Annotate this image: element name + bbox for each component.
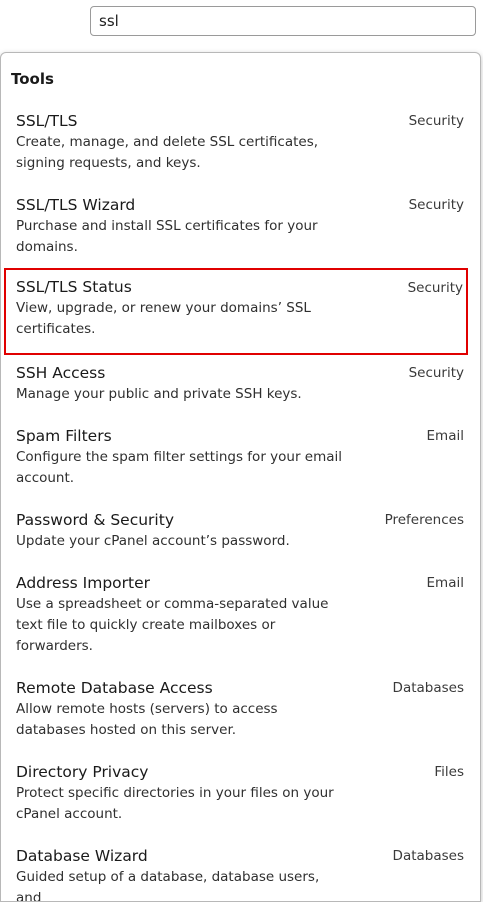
result-title: SSL/TLS bbox=[16, 112, 78, 130]
result-description: Purchase and install SSL certificates fo… bbox=[16, 218, 318, 255]
result-database-wizard[interactable]: Database Wizard Guided setup of a databa… bbox=[4, 842, 468, 902]
result-ssl-tls-wizard[interactable]: SSL/TLS Wizard Purchase and install SSL … bbox=[4, 191, 468, 258]
result-title: SSL/TLS Wizard bbox=[16, 196, 136, 214]
search-input[interactable] bbox=[90, 6, 476, 36]
result-description: Protect specific directories in your fil… bbox=[16, 785, 334, 822]
result-category: Databases bbox=[392, 680, 464, 696]
result-description: Use a spreadsheet or comma-separated val… bbox=[16, 596, 329, 654]
result-description: Allow remote hosts (servers) to access d… bbox=[16, 701, 278, 738]
result-address-importer[interactable]: Address Importer Use a spreadsheet or co… bbox=[4, 569, 468, 657]
result-category: Security bbox=[407, 280, 463, 296]
result-title: SSH Access bbox=[16, 364, 106, 382]
result-title: Address Importer bbox=[16, 574, 151, 592]
result-spam-filters[interactable]: Spam Filters Configure the spam filter s… bbox=[4, 422, 468, 489]
result-description: Configure the spam filter settings for y… bbox=[16, 449, 343, 486]
result-ssl-tls[interactable]: SSL/TLS Create, manage, and delete SSL c… bbox=[4, 107, 468, 174]
search-results-panel: Tools SSL/TLS Create, manage, and delete… bbox=[0, 52, 481, 902]
result-category: Security bbox=[408, 113, 464, 129]
result-description: Create, manage, and delete SSL certifica… bbox=[16, 134, 319, 171]
result-remote-database-access[interactable]: Remote Database Access Allow remote host… bbox=[4, 674, 468, 741]
result-description: View, upgrade, or renew your domains’ SS… bbox=[16, 300, 311, 337]
result-category: Security bbox=[408, 365, 464, 381]
result-category: Email bbox=[426, 575, 464, 591]
result-description: Manage your public and private SSH keys. bbox=[16, 386, 302, 402]
result-category: Databases bbox=[392, 848, 464, 864]
result-title: Directory Privacy bbox=[16, 763, 149, 781]
result-password-security[interactable]: Password & Security Update your cPanel a… bbox=[4, 506, 468, 552]
result-category: Security bbox=[408, 197, 464, 213]
result-title: SSL/TLS Status bbox=[16, 278, 132, 296]
result-directory-privacy[interactable]: Directory Privacy Protect specific direc… bbox=[4, 758, 468, 825]
panel-heading: Tools bbox=[11, 70, 54, 88]
top-bar bbox=[0, 0, 483, 52]
result-category: Email bbox=[426, 428, 464, 444]
result-category: Files bbox=[434, 764, 464, 780]
result-title: Spam Filters bbox=[16, 427, 112, 445]
result-description: Guided setup of a database, database use… bbox=[16, 869, 320, 902]
result-description: Update your cPanel account’s password. bbox=[16, 533, 290, 549]
result-category: Preferences bbox=[384, 512, 464, 528]
result-ssl-tls-status[interactable]: SSL/TLS Status View, upgrade, or renew y… bbox=[4, 268, 468, 355]
result-ssh-access[interactable]: SSH Access Manage your public and privat… bbox=[4, 359, 468, 405]
